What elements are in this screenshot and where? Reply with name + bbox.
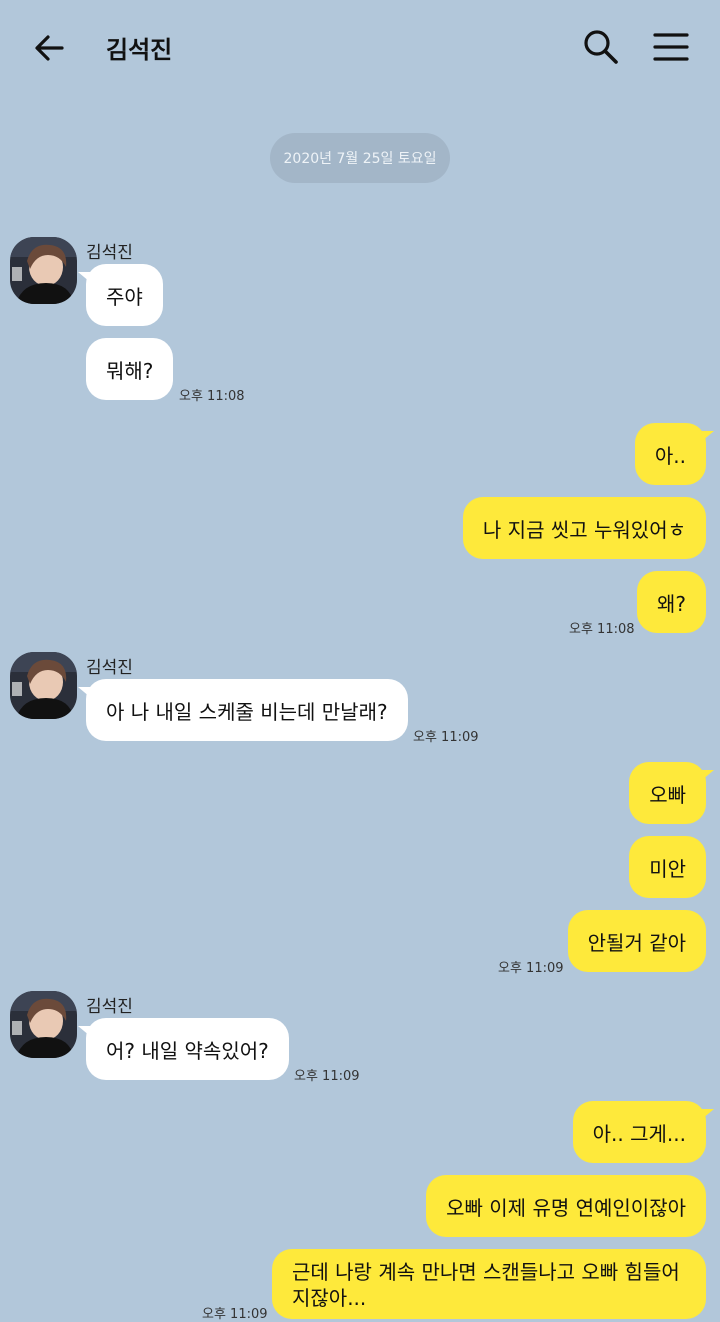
search-icon (584, 30, 618, 64)
date-divider: 2020년 7월 25일 토요일 (270, 133, 450, 183)
message-bubble-outgoing[interactable]: 오빠 (629, 762, 714, 824)
message-bubble-incoming[interactable]: 아 나 내일 스케줄 비는데 만날래? (78, 679, 408, 741)
arrow-left-icon (35, 35, 64, 61)
message-bubble-outgoing[interactable]: 아.. 그게... (572, 1101, 715, 1163)
hamburger-menu-icon (653, 33, 689, 61)
message-time: 오후 11:09 (294, 1069, 360, 1084)
back-button[interactable] (30, 28, 70, 68)
sender-name: 김석진 (86, 658, 133, 678)
message-bubble-outgoing[interactable]: 안될거 같아 (567, 910, 706, 972)
avatar[interactable] (10, 991, 77, 1058)
message-bubble-incoming[interactable]: 뭐해? (86, 338, 174, 400)
message-time: 오후 11:08 (179, 389, 245, 404)
message-bubble-outgoing[interactable]: 아.. (634, 423, 715, 485)
message-time: 오후 11:09 (202, 1307, 268, 1322)
chat-title: 김석진 (106, 36, 173, 64)
avatar[interactable] (10, 652, 77, 719)
message-time: 오후 11:08 (569, 622, 635, 637)
profile-photo (10, 991, 77, 1058)
message-bubble-outgoing[interactable]: 근데 나랑 계속 만나면 스캔들나고 오빠 힘들어 지잖아... (272, 1249, 706, 1319)
sender-name: 김석진 (86, 243, 133, 263)
message-bubble-outgoing[interactable]: 왜? (636, 571, 706, 633)
message-time: 오후 11:09 (413, 730, 479, 745)
message-time: 오후 11:09 (498, 961, 564, 976)
message-bubble-outgoing[interactable]: 나 지금 씻고 누워있어ㅎ (462, 497, 706, 559)
search-button[interactable] (580, 26, 622, 68)
avatar[interactable] (10, 237, 77, 304)
message-bubble-incoming[interactable]: 어? 내일 약속있어? (78, 1018, 289, 1080)
message-bubble-outgoing[interactable]: 미안 (629, 836, 706, 898)
sender-name: 김석진 (86, 997, 133, 1017)
chat-header: 김석진 (0, 0, 720, 96)
message-bubble-incoming[interactable]: 주야 (78, 264, 163, 326)
profile-photo (10, 652, 77, 719)
profile-photo (10, 237, 77, 304)
message-bubble-outgoing[interactable]: 오빠 이제 유명 연예인이잖아 (426, 1175, 706, 1237)
menu-button[interactable] (650, 26, 692, 68)
